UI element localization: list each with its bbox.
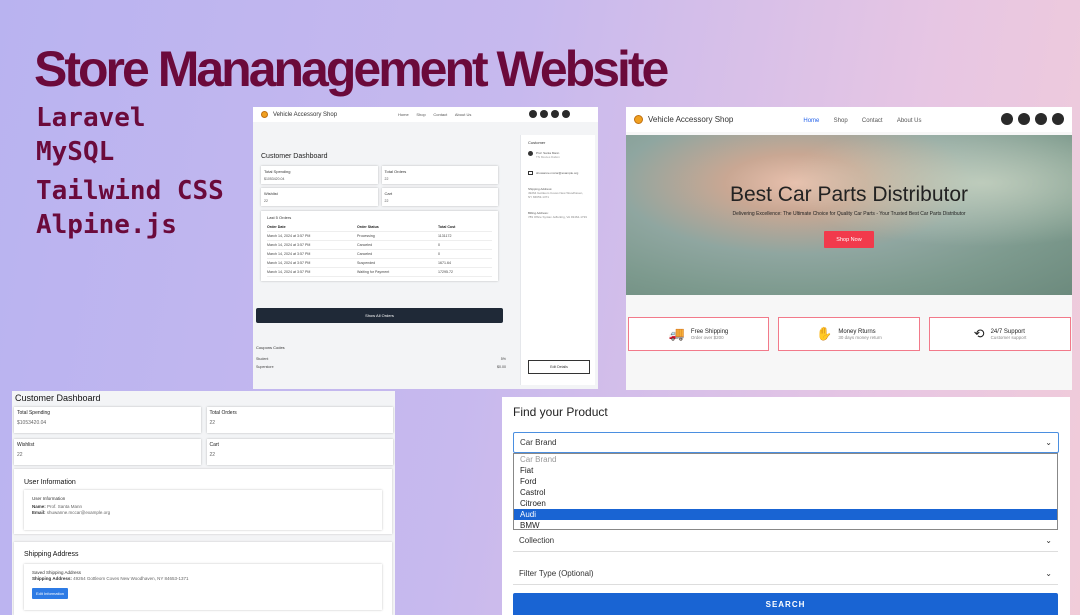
option-bmw[interactable]: BMW xyxy=(514,520,1057,531)
option-castrol[interactable]: Castrol xyxy=(514,487,1057,498)
feature-support: ⟲ 24/7 Support Customer support xyxy=(929,317,1071,351)
option-audi[interactable]: Audi xyxy=(514,509,1057,520)
shipping-address-section: Shipping Address Saved Shipping Address … xyxy=(14,542,392,615)
logo-icon xyxy=(261,111,268,118)
option-citroen[interactable]: Citroen xyxy=(514,498,1057,509)
cart-icon[interactable] xyxy=(1018,112,1030,125)
users-icon[interactable] xyxy=(1035,112,1047,125)
stat-cart: Cart 22 xyxy=(381,188,498,206)
user-icon[interactable] xyxy=(562,109,570,118)
money-hand-icon: ✋ xyxy=(816,326,833,341)
tech-tailwind: Tailwind CSS xyxy=(36,176,224,206)
table-row[interactable]: March 14, 2024 at 3:57 PM Suspended 1671.6… xyxy=(267,259,492,268)
user-icon xyxy=(528,151,533,156)
table-row[interactable]: March 14, 2024 at 3:57 PM Waiting for Pay… xyxy=(267,268,492,277)
feature-money-returns: ✋ Money Rturns 30 days money return xyxy=(778,317,920,351)
option-ford[interactable]: Ford xyxy=(514,476,1057,487)
nav-about[interactable]: About Us xyxy=(897,118,922,124)
heart-icon[interactable] xyxy=(1001,112,1013,125)
chevron-down-icon: ⌄ xyxy=(1045,438,1052,447)
brand-name[interactable]: Vehicle Accessory Shop xyxy=(648,115,733,124)
nav-contact[interactable]: Contact xyxy=(433,112,447,117)
nav-links: Home Shop Contact About Us xyxy=(803,115,921,124)
tech-mysql: MySQL xyxy=(36,137,115,167)
stat-total-orders: Total Orders 22 xyxy=(206,407,393,433)
user-icon[interactable] xyxy=(1052,112,1064,125)
finder-title: Find your Product xyxy=(513,405,608,419)
stat-wishlist: Wishlist 22 xyxy=(261,188,378,206)
shop-now-button[interactable]: Shop Now xyxy=(824,231,874,248)
car-brand-select[interactable]: Car Brand ⌄ xyxy=(513,432,1059,453)
nav-links: Home Shop Contact About Us xyxy=(392,112,471,118)
brand-name[interactable]: Vehicle Accessory Shop xyxy=(273,112,337,118)
hero-subtitle: Delivering Excellence: The Ultimate Choi… xyxy=(732,211,966,217)
stat-cart: Cart 22 xyxy=(206,439,393,465)
user-information-section: User Information User Information Name: … xyxy=(14,469,392,534)
orders-title: Last 5 Orders xyxy=(267,215,292,220)
dashboard-large-panel: Customer Dashboard Total Spending $105342… xyxy=(12,391,395,615)
users-icon[interactable] xyxy=(551,109,559,118)
car-brand-dropdown[interactable]: Car Brand Fiat Ford Castrol Citroen Audi… xyxy=(513,453,1058,530)
coupons-section: Coupons Codes Student 5% Superstore $0.00 xyxy=(256,345,506,369)
feature-free-shipping: 🚚 Free Shipping Order over $200 xyxy=(628,317,769,351)
customer-sidebar: Customer Prof. Santa Mann TN Movies Dalto… xyxy=(520,135,595,385)
user-info-card: User Information Name: Prof. Santa Mann … xyxy=(24,490,382,530)
nav-shop[interactable]: Shop xyxy=(834,118,848,124)
orders-card: Last 5 Orders Order Date Order Status Tota… xyxy=(261,211,498,281)
truck-icon: 🚚 xyxy=(668,326,685,341)
option-car-brand[interactable]: Car Brand xyxy=(514,454,1057,465)
stat-total-orders: Total Orders 22 xyxy=(381,166,498,184)
support-clock-icon: ⟲ xyxy=(973,326,985,341)
nav-shop[interactable]: Shop xyxy=(416,112,425,117)
edit-details-button[interactable]: Edit Details xyxy=(528,360,590,374)
stat-total-spending: Total Spending $1053420.04 xyxy=(261,166,378,184)
logo-icon xyxy=(634,115,643,124)
mail-icon xyxy=(528,171,533,175)
edit-information-button[interactable]: Edit Information xyxy=(32,588,69,599)
nav-contact[interactable]: Contact xyxy=(862,118,883,124)
show-all-orders-button[interactable]: Show All Orders xyxy=(256,308,503,323)
stat-total-spending: Total Spending $1053420.04 xyxy=(14,407,201,433)
nav-home[interactable]: Home xyxy=(803,118,819,124)
table-row[interactable]: March 14, 2024 at 3:57 PM Processing 11311… xyxy=(267,232,492,241)
search-button[interactable]: SEARCH xyxy=(513,593,1058,615)
dashboard-title: Customer Dashboard xyxy=(261,153,328,160)
stat-wishlist: Wishlist 22 xyxy=(14,439,201,465)
shop-navbar: Vehicle Accessory Shop Home Shop Contact… xyxy=(626,107,1072,132)
shipping-card: Saved Shipping Address Shipping Address:… xyxy=(24,564,382,610)
orders-header: Order Date Order Status Total Cost xyxy=(267,223,492,232)
hero-banner: Best Car Parts Distributor Delivering Ex… xyxy=(626,135,1072,295)
shop-navbar: Vehicle Accessory Shop Home Shop Contact… xyxy=(253,107,598,122)
chevron-down-icon: ⌄ xyxy=(1045,569,1052,578)
table-row[interactable]: March 14, 2024 at 3:57 PM Canceled 0 xyxy=(267,241,492,250)
filter-type-select[interactable]: Filter Type (Optional) ⌄ xyxy=(513,563,1058,585)
nav-home[interactable]: Home xyxy=(398,112,409,117)
page-title: Store Mananagement Website xyxy=(34,41,669,97)
tech-alpine: Alpine.js xyxy=(36,210,177,240)
hero-heading: Best Car Parts Distributor xyxy=(729,183,969,206)
nav-about[interactable]: About Us xyxy=(455,112,471,117)
cart-icon[interactable] xyxy=(540,109,548,118)
option-fiat[interactable]: Fiat xyxy=(514,465,1057,476)
table-row[interactable]: March 14, 2024 at 3:57 PM Canceled 0 xyxy=(267,250,492,259)
heart-icon[interactable] xyxy=(529,109,537,118)
tech-laravel: Laravel xyxy=(36,103,146,133)
chevron-down-icon: ⌄ xyxy=(1045,536,1052,545)
collection-select[interactable]: Collection ⌄ xyxy=(513,530,1058,552)
dashboard-title: Customer Dashboard xyxy=(15,393,101,403)
dashboard-small-panel: Vehicle Accessory Shop Home Shop Contact… xyxy=(253,107,598,389)
